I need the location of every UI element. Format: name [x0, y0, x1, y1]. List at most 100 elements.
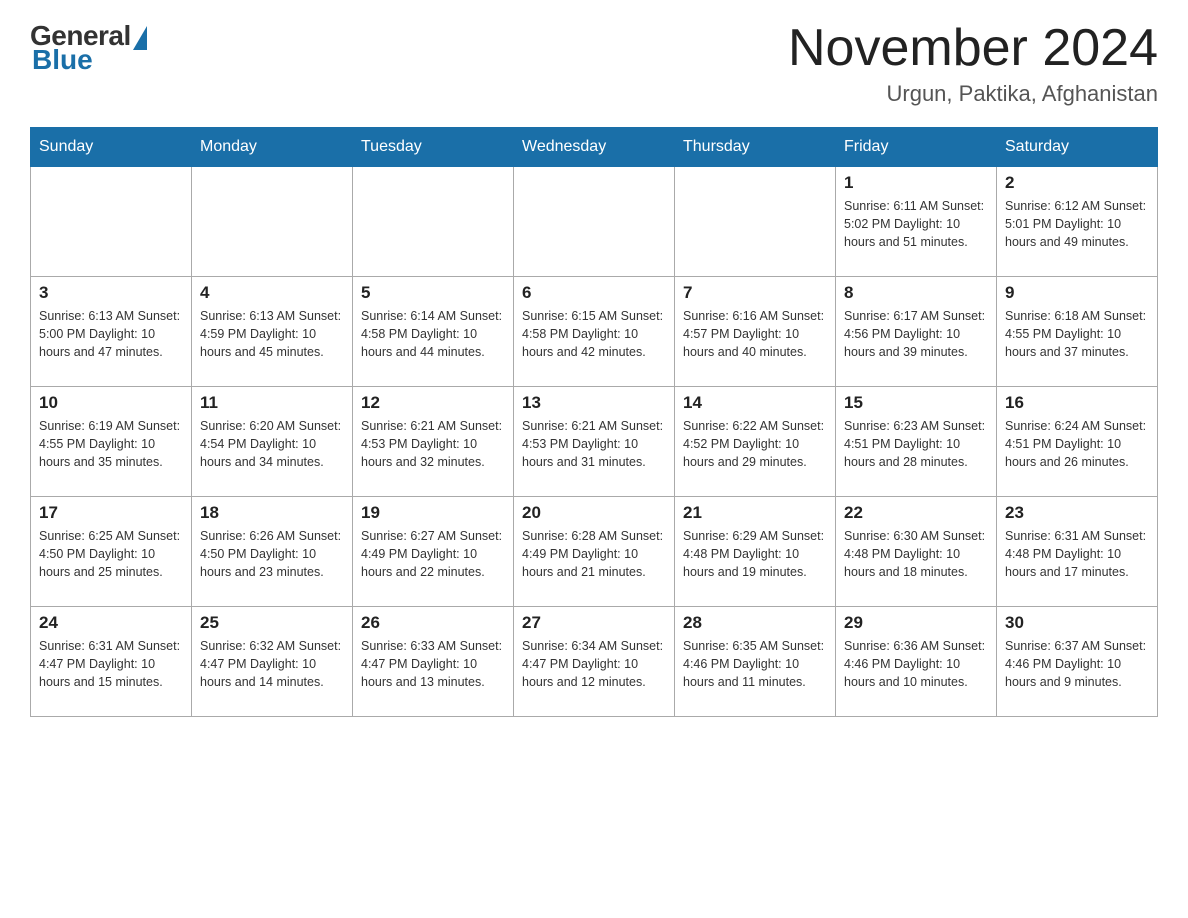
day-number: 16 — [1005, 393, 1149, 413]
day-info: Sunrise: 6:17 AM Sunset: 4:56 PM Dayligh… — [844, 307, 988, 361]
day-info: Sunrise: 6:24 AM Sunset: 4:51 PM Dayligh… — [1005, 417, 1149, 471]
calendar-cell — [675, 167, 836, 277]
day-info: Sunrise: 6:31 AM Sunset: 4:47 PM Dayligh… — [39, 637, 183, 691]
day-info: Sunrise: 6:12 AM Sunset: 5:01 PM Dayligh… — [1005, 197, 1149, 251]
day-info: Sunrise: 6:22 AM Sunset: 4:52 PM Dayligh… — [683, 417, 827, 471]
day-info: Sunrise: 6:36 AM Sunset: 4:46 PM Dayligh… — [844, 637, 988, 691]
calendar-cell: 22 Sunrise: 6:30 AM Sunset: 4:48 PM Dayli… — [836, 497, 997, 607]
calendar-cell — [353, 167, 514, 277]
day-info: Sunrise: 6:16 AM Sunset: 4:57 PM Dayligh… — [683, 307, 827, 361]
calendar-cell: 14 Sunrise: 6:22 AM Sunset: 4:52 PM Dayli… — [675, 387, 836, 497]
day-number: 27 — [522, 613, 666, 633]
calendar-header-row: SundayMondayTuesdayWednesdayThursdayFrid… — [31, 128, 1158, 167]
day-number: 6 — [522, 283, 666, 303]
day-number: 17 — [39, 503, 183, 523]
calendar-week-row: 3Sunrise: 6:13 AM Sunset: 5:00 PM Daylig… — [31, 277, 1158, 387]
day-number: 28 — [683, 613, 827, 633]
day-info: Sunrise: 6:21 AM Sunset: 4:53 PM Dayligh… — [361, 417, 505, 471]
calendar-cell: 9 Sunrise: 6:18 AM Sunset: 4:55 PM Daylig… — [997, 277, 1158, 387]
calendar-cell: 1 Sunrise: 6:11 AM Sunset: 5:02 PM Daylig… — [836, 167, 997, 277]
calendar-cell: 29 Sunrise: 6:36 AM Sunset: 4:46 PM Dayli… — [836, 607, 997, 717]
calendar-cell: 10 Sunrise: 6:19 AM Sunset: 4:55 PM Dayli… — [31, 387, 192, 497]
day-info: Sunrise: 6:13 AM Sunset: 4:59 PM Dayligh… — [200, 307, 344, 361]
calendar-cell: 17 Sunrise: 6:25 AM Sunset: 4:50 PM Dayli… — [31, 497, 192, 607]
day-number: 9 — [1005, 283, 1149, 303]
day-number: 13 — [522, 393, 666, 413]
calendar-day-header: Monday — [192, 128, 353, 167]
calendar-cell: 15 Sunrise: 6:23 AM Sunset: 4:51 PM Dayli… — [836, 387, 997, 497]
calendar-cell: 20 Sunrise: 6:28 AM Sunset: 4:49 PM Dayli… — [514, 497, 675, 607]
day-number: 22 — [844, 503, 988, 523]
day-info: Sunrise: 6:35 AM Sunset: 4:46 PM Dayligh… — [683, 637, 827, 691]
day-info: Sunrise: 6:30 AM Sunset: 4:48 PM Dayligh… — [844, 527, 988, 581]
day-info: Sunrise: 6:29 AM Sunset: 4:48 PM Dayligh… — [683, 527, 827, 581]
calendar-cell: 21 Sunrise: 6:29 AM Sunset: 4:48 PM Dayli… — [675, 497, 836, 607]
title-section: November 2024 Urgun, Paktika, Afghanista… — [788, 20, 1158, 107]
calendar-table: SundayMondayTuesdayWednesdayThursdayFrid… — [30, 127, 1158, 717]
day-number: 12 — [361, 393, 505, 413]
calendar-cell: 27 Sunrise: 6:34 AM Sunset: 4:47 PM Dayli… — [514, 607, 675, 717]
day-info: Sunrise: 6:28 AM Sunset: 4:49 PM Dayligh… — [522, 527, 666, 581]
day-number: 5 — [361, 283, 505, 303]
location-subtitle: Urgun, Paktika, Afghanistan — [788, 81, 1158, 107]
day-info: Sunrise: 6:19 AM Sunset: 4:55 PM Dayligh… — [39, 417, 183, 471]
day-number: 14 — [683, 393, 827, 413]
day-info: Sunrise: 6:37 AM Sunset: 4:46 PM Dayligh… — [1005, 637, 1149, 691]
calendar-cell: 18 Sunrise: 6:26 AM Sunset: 4:50 PM Dayli… — [192, 497, 353, 607]
day-info: Sunrise: 6:11 AM Sunset: 5:02 PM Dayligh… — [844, 197, 988, 251]
calendar-week-row: 17 Sunrise: 6:25 AM Sunset: 4:50 PM Dayli… — [31, 497, 1158, 607]
calendar-week-row: 10 Sunrise: 6:19 AM Sunset: 4:55 PM Dayli… — [31, 387, 1158, 497]
day-info: Sunrise: 6:14 AM Sunset: 4:58 PM Dayligh… — [361, 307, 505, 361]
day-number: 7 — [683, 283, 827, 303]
day-number: 24 — [39, 613, 183, 633]
calendar-cell: 6Sunrise: 6:15 AM Sunset: 4:58 PM Daylig… — [514, 277, 675, 387]
day-number: 10 — [39, 393, 183, 413]
day-info: Sunrise: 6:32 AM Sunset: 4:47 PM Dayligh… — [200, 637, 344, 691]
day-number: 21 — [683, 503, 827, 523]
calendar-cell: 3Sunrise: 6:13 AM Sunset: 5:00 PM Daylig… — [31, 277, 192, 387]
day-number: 2 — [1005, 173, 1149, 193]
logo-triangle-icon — [133, 26, 147, 50]
logo: General Blue — [30, 20, 147, 76]
month-title: November 2024 — [788, 20, 1158, 77]
day-info: Sunrise: 6:34 AM Sunset: 4:47 PM Dayligh… — [522, 637, 666, 691]
day-number: 25 — [200, 613, 344, 633]
calendar-week-row: 24 Sunrise: 6:31 AM Sunset: 4:47 PM Dayli… — [31, 607, 1158, 717]
calendar-cell: 4 Sunrise: 6:13 AM Sunset: 4:59 PM Daylig… — [192, 277, 353, 387]
day-number: 15 — [844, 393, 988, 413]
day-info: Sunrise: 6:33 AM Sunset: 4:47 PM Dayligh… — [361, 637, 505, 691]
day-info: Sunrise: 6:18 AM Sunset: 4:55 PM Dayligh… — [1005, 307, 1149, 361]
day-info: Sunrise: 6:21 AM Sunset: 4:53 PM Dayligh… — [522, 417, 666, 471]
calendar-cell: 16 Sunrise: 6:24 AM Sunset: 4:51 PM Dayli… — [997, 387, 1158, 497]
day-number: 26 — [361, 613, 505, 633]
day-info: Sunrise: 6:26 AM Sunset: 4:50 PM Dayligh… — [200, 527, 344, 581]
calendar-day-header: Friday — [836, 128, 997, 167]
calendar-cell: 30 Sunrise: 6:37 AM Sunset: 4:46 PM Dayli… — [997, 607, 1158, 717]
calendar-day-header: Sunday — [31, 128, 192, 167]
calendar-cell: 2 Sunrise: 6:12 AM Sunset: 5:01 PM Daylig… — [997, 167, 1158, 277]
day-number: 18 — [200, 503, 344, 523]
day-number: 20 — [522, 503, 666, 523]
calendar-cell: 12 Sunrise: 6:21 AM Sunset: 4:53 PM Dayli… — [353, 387, 514, 497]
day-number: 30 — [1005, 613, 1149, 633]
day-number: 4 — [200, 283, 344, 303]
day-info: Sunrise: 6:27 AM Sunset: 4:49 PM Dayligh… — [361, 527, 505, 581]
day-info: Sunrise: 6:20 AM Sunset: 4:54 PM Dayligh… — [200, 417, 344, 471]
day-number: 23 — [1005, 503, 1149, 523]
day-info: Sunrise: 6:23 AM Sunset: 4:51 PM Dayligh… — [844, 417, 988, 471]
calendar-cell: 23Sunrise: 6:31 AM Sunset: 4:48 PM Dayli… — [997, 497, 1158, 607]
calendar-cell — [31, 167, 192, 277]
day-number: 19 — [361, 503, 505, 523]
calendar-cell: 19 Sunrise: 6:27 AM Sunset: 4:49 PM Dayli… — [353, 497, 514, 607]
day-number: 3 — [39, 283, 183, 303]
calendar-cell — [192, 167, 353, 277]
calendar-cell: 28 Sunrise: 6:35 AM Sunset: 4:46 PM Dayli… — [675, 607, 836, 717]
calendar-week-row: 1 Sunrise: 6:11 AM Sunset: 5:02 PM Daylig… — [31, 167, 1158, 277]
calendar-day-header: Thursday — [675, 128, 836, 167]
day-number: 11 — [200, 393, 344, 413]
day-number: 1 — [844, 173, 988, 193]
day-info: Sunrise: 6:25 AM Sunset: 4:50 PM Dayligh… — [39, 527, 183, 581]
calendar-cell: 25 Sunrise: 6:32 AM Sunset: 4:47 PM Dayli… — [192, 607, 353, 717]
day-number: 29 — [844, 613, 988, 633]
calendar-day-header: Saturday — [997, 128, 1158, 167]
